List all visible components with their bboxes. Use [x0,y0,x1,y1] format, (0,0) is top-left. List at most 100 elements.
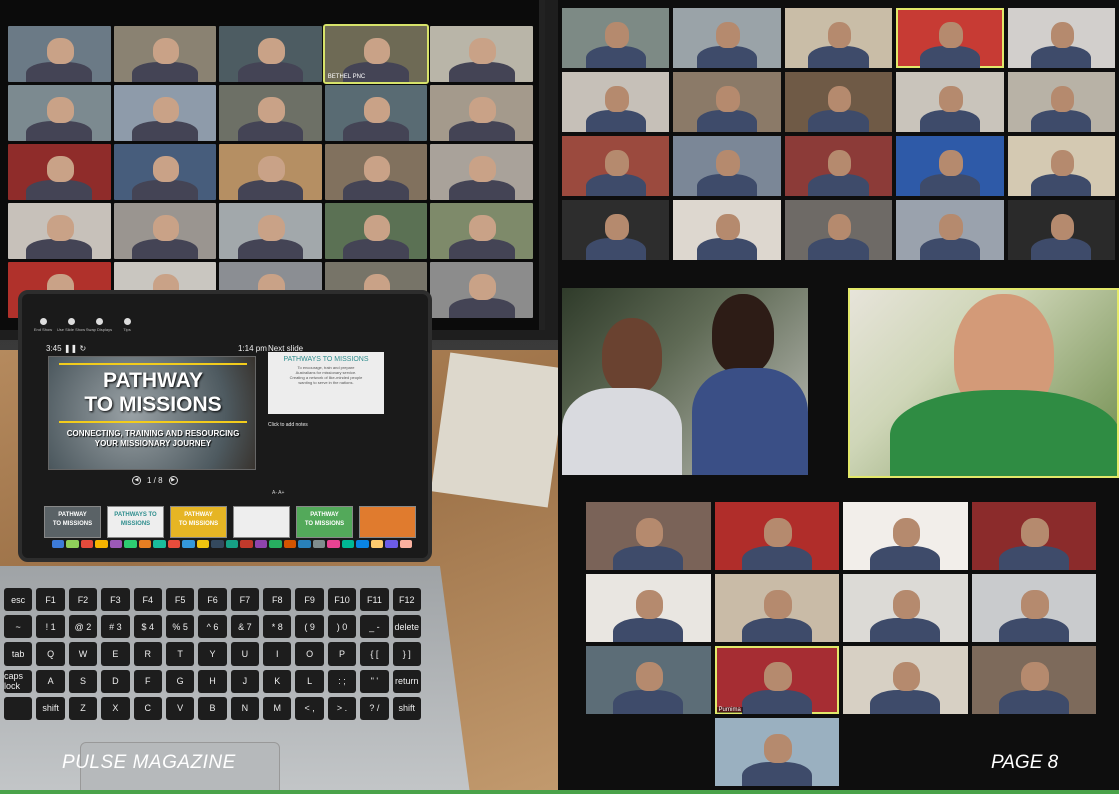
notes-field[interactable]: Click to add notes [268,422,308,428]
previous-slide-icon[interactable]: ◀ [132,476,141,485]
keyboard-key[interactable]: O [295,642,324,666]
keyboard-key[interactable]: I [263,642,292,666]
keyboard-key[interactable]: F [133,669,162,693]
keyboard-key[interactable]: ) 0 [327,615,357,639]
keyboard-key[interactable]: F7 [230,588,260,612]
next-slide-icon[interactable]: ▶ [168,476,178,485]
slide-thumbnail[interactable]: PATHWAY TO MISSIONS [296,506,353,538]
app-icon[interactable] [52,540,65,548]
keyboard-key[interactable]: F5 [165,588,195,612]
video-tile[interactable] [219,203,322,259]
slide-thumbnail[interactable]: PATHWAY TO MISSIONS [170,506,227,538]
keyboard-key[interactable]: ~ [4,615,33,639]
keyboard-key[interactable]: F12 [392,588,421,612]
keyboard-key[interactable]: S [68,669,98,693]
video-tile[interactable] [784,72,893,132]
app-icon[interactable] [182,540,195,548]
video-tile[interactable] [219,26,322,82]
video-tile[interactable] [324,203,428,259]
keyboard-key[interactable]: A [36,669,65,693]
video-tile[interactable] [430,203,533,259]
keyboard-key[interactable]: M [263,696,292,720]
video-tile[interactable] [784,8,893,68]
video-tile[interactable] [784,136,893,196]
app-icon[interactable] [138,540,152,548]
video-tile[interactable] [8,85,111,141]
app-icon[interactable] [124,540,137,548]
keyboard-key[interactable]: F6 [198,588,227,612]
video-tile[interactable] [843,646,968,714]
keyboard-key[interactable]: esc [4,588,33,612]
video-tile[interactable] [673,8,781,68]
keyboard-key[interactable]: > . [327,696,357,720]
video-tile[interactable] [324,85,428,141]
video-tile[interactable] [971,646,1096,714]
keyboard-key[interactable]: " ' [360,669,389,693]
keyboard-key[interactable]: # 3 [101,615,130,639]
app-icon[interactable] [341,540,355,548]
keyboard-key[interactable]: V [165,696,195,720]
app-icon[interactable] [312,540,326,548]
app-icon[interactable] [225,540,239,548]
keyboard-key[interactable]: @ 2 [68,615,98,639]
video-tile[interactable] [586,646,711,714]
video-tile[interactable] [971,574,1096,642]
app-icon[interactable] [399,540,413,548]
app-icon[interactable] [211,540,224,548]
keyboard-key[interactable]: N [230,696,260,720]
keyboard-key[interactable]: K [263,669,292,693]
keyboard-key[interactable]: Q [36,642,65,666]
video-tile[interactable] [673,200,781,260]
app-icon[interactable] [385,540,398,548]
video-tile[interactable] [896,8,1004,68]
app-icon[interactable] [167,540,181,548]
video-tile[interactable] [896,72,1004,132]
keyboard-key[interactable]: E [101,642,130,666]
reset-icon[interactable]: ↻ [79,344,86,353]
keyboard-key[interactable]: delete [392,615,421,639]
keyboard-key[interactable]: return [392,669,421,693]
keyboard-key[interactable]: & 7 [230,615,260,639]
keyboard-key[interactable]: R [133,642,162,666]
keyboard-key[interactable]: _ - [360,615,389,639]
video-tile[interactable] [219,85,322,141]
video-tile[interactable] [714,718,839,786]
keyboard-key[interactable]: T [165,642,195,666]
keyboard-key[interactable]: Y [198,642,227,666]
video-tile[interactable] [430,26,533,82]
keyboard-key[interactable]: G [165,669,195,693]
keyboard-key[interactable]: ? / [360,696,389,720]
keyboard-key[interactable]: ^ 6 [198,615,227,639]
keyboard-key[interactable]: } ] [392,642,421,666]
video-tile[interactable] [714,574,839,642]
keyboard-key[interactable]: caps lock [4,669,33,693]
video-tile[interactable]: Purnima [714,646,839,714]
keyboard-key[interactable]: % 5 [165,615,195,639]
end-show-button[interactable]: End Show [34,318,52,332]
video-tile[interactable] [971,502,1096,570]
video-tile[interactable] [673,72,781,132]
keyboard-key[interactable]: H [198,669,227,693]
video-tile[interactable] [784,200,893,260]
keyboard-key[interactable]: C [133,696,162,720]
video-tile[interactable] [562,8,670,68]
keyboard-key[interactable]: B [198,696,227,720]
app-icon[interactable] [80,540,94,548]
tips-button[interactable]: Tips [120,318,134,332]
video-tile[interactable] [113,203,217,259]
video-tile[interactable] [673,136,781,196]
keyboard-key[interactable]: < , [295,696,324,720]
video-tile[interactable] [430,262,533,318]
video-tile[interactable] [219,144,322,200]
video-tile[interactable] [324,144,428,200]
keyboard-key[interactable]: ( 9 [295,615,324,639]
video-tile-large-left[interactable] [562,288,808,475]
app-icon[interactable] [109,540,123,548]
swap-displays-button[interactable]: Swap Displays [86,318,112,332]
video-tile[interactable] [896,200,1004,260]
keyboard-key[interactable]: tab [4,642,33,666]
keyboard-key[interactable]: ! 1 [36,615,65,639]
video-tile[interactable] [714,502,839,570]
keyboard-key[interactable]: * 8 [263,615,292,639]
slide-thumbnail[interactable]: PATHWAY TO MISSIONS [44,506,101,538]
